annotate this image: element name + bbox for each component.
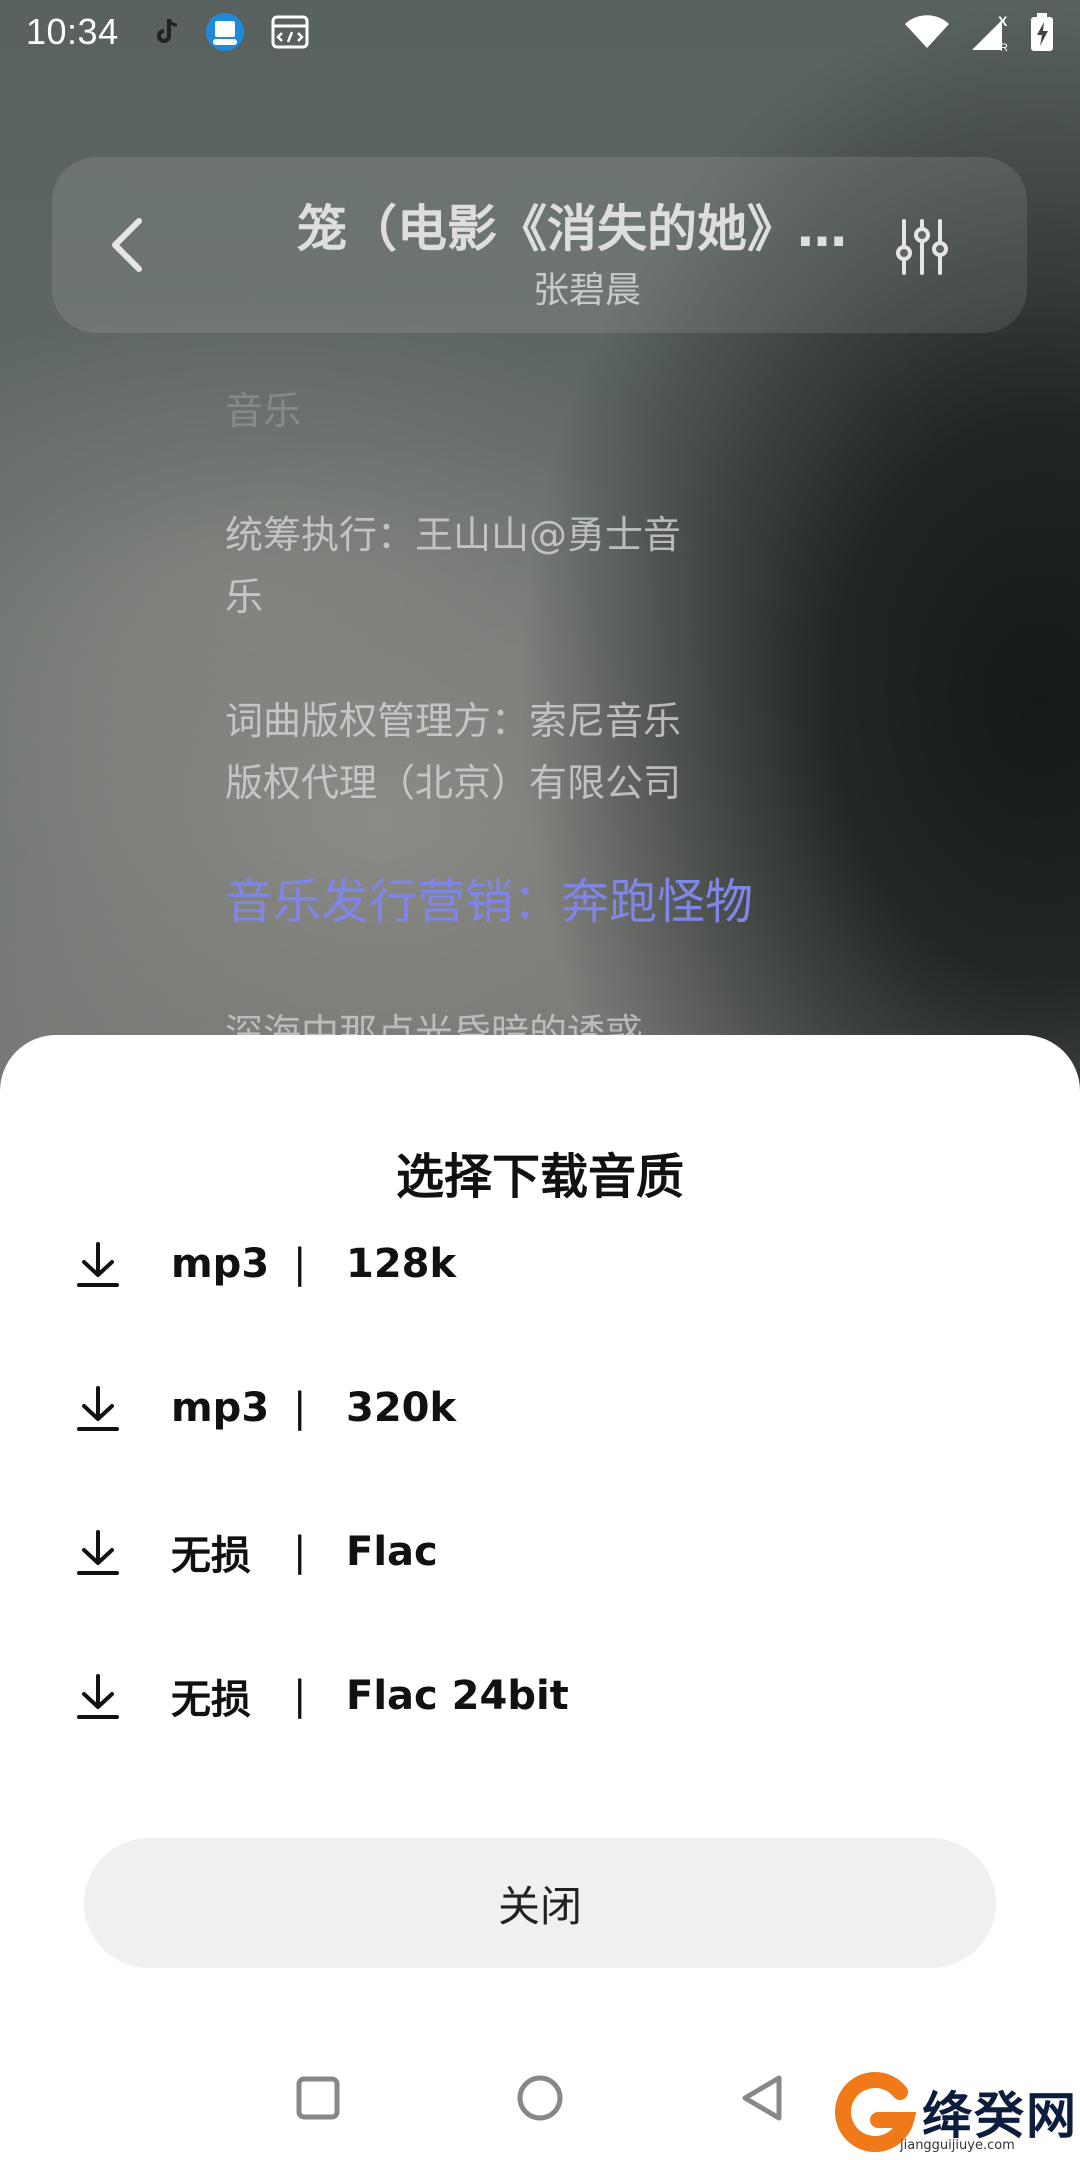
option-format: mp3 [171, 1241, 270, 1287]
lyric-line: 统筹执行：王山山@勇士音 [225, 513, 682, 557]
song-title: 笼（电影《消失的她》… [297, 200, 847, 258]
download-icon [77, 1242, 119, 1287]
circle-icon [517, 2075, 563, 2121]
chevron-left-icon [112, 218, 142, 272]
option-format: 无损 [171, 1677, 251, 1723]
battery-charging-icon [1031, 13, 1053, 51]
equalizer-icon [896, 219, 948, 275]
option-quality: Flac [346, 1529, 438, 1575]
download-icon [77, 1530, 119, 1575]
lyric-line: 版权代理（北京）有限公司 [225, 761, 682, 805]
site-watermark: 绛癸网 jiangguijiuye.com [830, 2068, 1080, 2160]
quality-option-lossless-flac[interactable]: 无损 | Flac [0, 1497, 1080, 1607]
option-separator: | [293, 1673, 307, 1719]
player-header: 笼（电影《消失的她》… 张碧晨 [52, 157, 1027, 333]
option-separator: | [293, 1241, 307, 1287]
svg-text:X: X [998, 13, 1008, 29]
status-time: 10:34 [26, 11, 119, 52]
download-icon [77, 1674, 119, 1719]
option-format: mp3 [171, 1385, 270, 1431]
download-icon [77, 1386, 119, 1431]
option-separator: | [293, 1385, 307, 1431]
option-format: 无损 [171, 1533, 251, 1579]
watermark-url: jiangguijiuye.com [900, 2138, 1015, 2153]
triangle-back-icon [742, 2075, 782, 2121]
option-quality: 320k [346, 1385, 457, 1431]
lyric-line-active: 音乐发行营销：奔跑怪物 [225, 874, 754, 930]
lyric-line: 音乐 [225, 389, 302, 433]
back-button[interactable] [92, 209, 162, 281]
svg-text:R: R [1000, 42, 1008, 52]
lyric-line: 词曲版权管理方：索尼音乐 [225, 699, 682, 743]
signal-icon: X R [972, 13, 1008, 52]
lyric-line: 乐 [225, 575, 264, 619]
square-icon [296, 2076, 340, 2120]
quality-option-mp3-320k[interactable]: mp3 | 320k [0, 1353, 1080, 1463]
app-badge-icon [205, 13, 244, 51]
close-button[interactable]: 关闭 [84, 1838, 996, 1968]
quality-option-mp3-128k[interactable]: mp3 | 128k [0, 1209, 1080, 1319]
song-artist: 张碧晨 [532, 270, 641, 311]
download-quality-sheet: 选择下载音质 mp3 | 128k mp3 | 320k 无损 | Flac 无… [0, 1035, 1080, 2160]
back-nav-button[interactable] [732, 2068, 792, 2128]
wifi-icon [905, 15, 949, 48]
option-quality: 128k [346, 1241, 457, 1287]
tiktok-icon [156, 18, 177, 43]
quality-option-lossless-flac-24bit[interactable]: 无损 | Flac 24bit [0, 1641, 1080, 1751]
recents-button[interactable] [288, 2068, 348, 2128]
status-bar: 10:34 X R [0, 0, 1080, 64]
home-button[interactable] [510, 2068, 570, 2128]
equalizer-button[interactable] [882, 207, 962, 287]
browser-icon [271, 15, 309, 49]
option-separator: | [293, 1529, 307, 1575]
sheet-title: 选择下载音质 [395, 1149, 684, 1205]
option-quality: Flac 24bit [346, 1673, 569, 1719]
